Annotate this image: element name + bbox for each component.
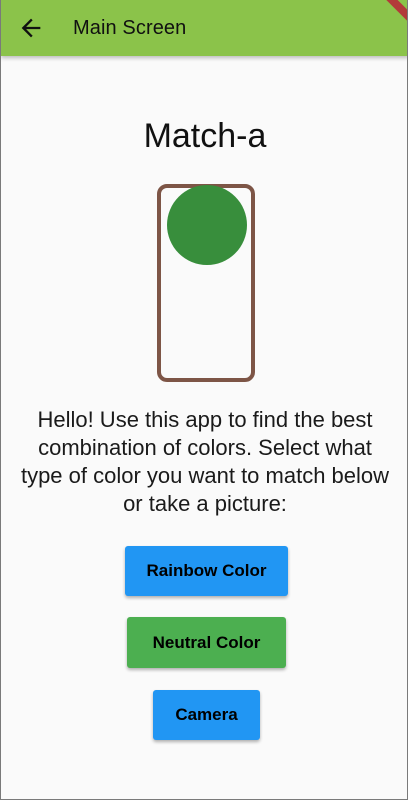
app-screen: Main Screen Match-a Hello! Use this app … bbox=[0, 0, 408, 800]
rainbow-color-button[interactable]: Rainbow Color bbox=[125, 546, 288, 596]
app-bar: Main Screen bbox=[1, 0, 407, 56]
color-circle bbox=[167, 185, 247, 265]
neutral-color-button[interactable]: Neutral Color bbox=[127, 617, 286, 668]
app-bar-title: Main Screen bbox=[73, 17, 187, 39]
debug-banner bbox=[378, 0, 407, 34]
arrow-back-icon[interactable] bbox=[17, 14, 45, 42]
intro-text: Hello! Use this app to find the best com… bbox=[20, 407, 390, 516]
camera-button[interactable]: Camera bbox=[153, 690, 260, 740]
page-heading: Match-a bbox=[143, 117, 267, 155]
